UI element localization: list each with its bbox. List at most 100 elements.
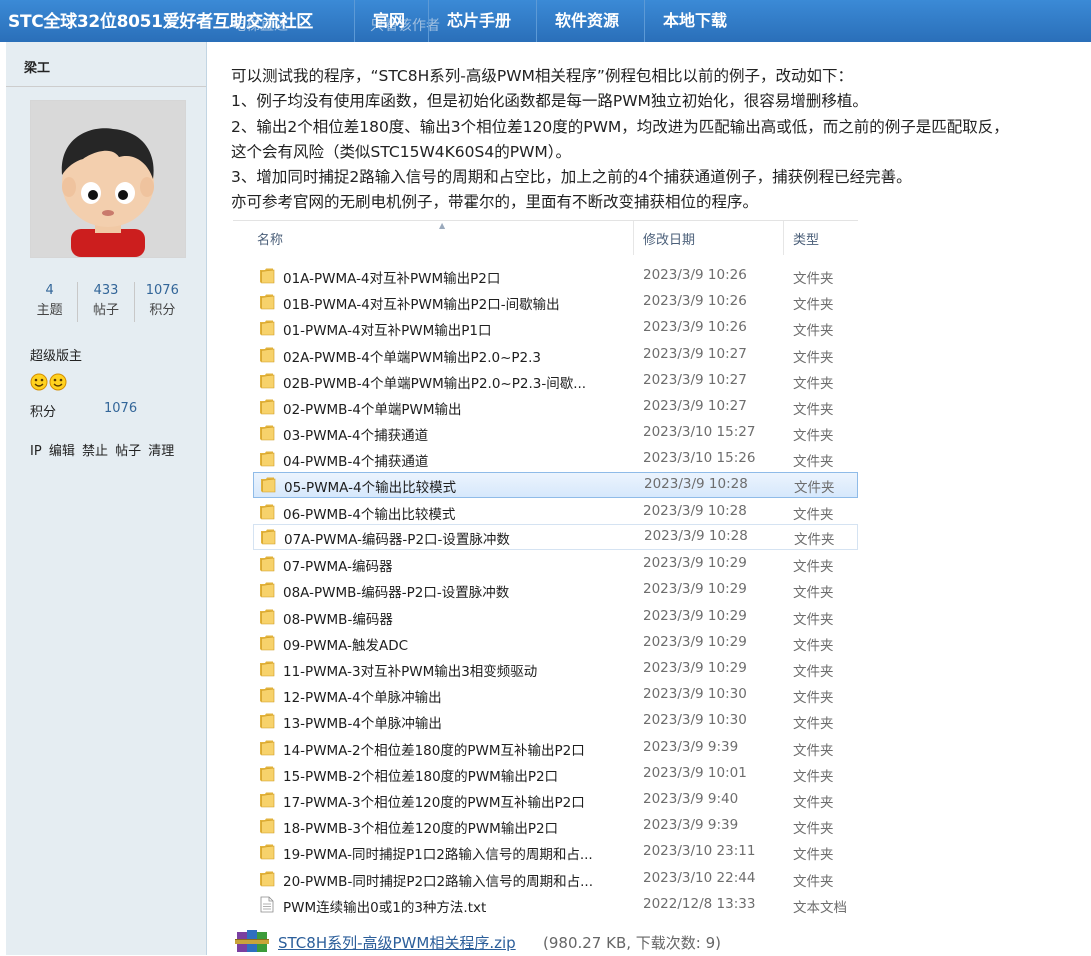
stat-score-count[interactable]: 1076 bbox=[135, 282, 190, 300]
file-name: 11-PWMA-3对互补PWM输出3相变频驱动 bbox=[283, 664, 538, 680]
user-posts-link[interactable]: 帖子 bbox=[115, 444, 141, 459]
folder-row[interactable]: 04-PWMB-4个捕获通道 2023/3/10 15:26 文件夹 bbox=[233, 446, 858, 471]
column-date[interactable]: 修改日期 bbox=[643, 229, 695, 248]
folder-row[interactable]: 15-PWMB-2个相位差180度的PWM输出P2口 2023/3/9 10:01… bbox=[233, 761, 858, 786]
sort-arrow-icon: ▲ bbox=[439, 221, 446, 230]
folder-row[interactable]: 03-PWMA-4个捕获通道 2023/3/10 15:27 文件夹 bbox=[233, 420, 858, 445]
folder-row[interactable]: 07-PWMA-编码器 2023/3/9 10:29 文件夹 bbox=[233, 551, 858, 576]
author-sidebar: 梁工 4 主题 433 帖子 1076 积分 超级版主 积分 1076 IP 编… bbox=[6, 42, 207, 955]
file-type: 文件夹 bbox=[793, 454, 834, 471]
ip-link[interactable]: IP bbox=[30, 444, 42, 459]
clean-user-link[interactable]: 清理 bbox=[148, 444, 174, 459]
post-line: 2、输出2个相位差180度、输出3个相位差120度的PWM，均改进为匹配输出高或… bbox=[231, 117, 1009, 136]
author-stats: 4 主题 433 帖子 1076 积分 bbox=[22, 282, 190, 322]
folder-icon bbox=[259, 765, 275, 782]
post-line: 亦可参考官网的无刷电机例子，带霍尔的，里面有不断改变捕获相位的程序。 bbox=[231, 193, 759, 212]
file-name: 05-PWMA-4个输出比较模式 bbox=[284, 479, 457, 496]
score-value: 1076 bbox=[104, 401, 138, 416]
column-name[interactable]: 名称 bbox=[257, 229, 283, 248]
column-divider bbox=[783, 221, 784, 255]
file-type: 文件夹 bbox=[793, 742, 834, 759]
edit-user-link[interactable]: 编辑 bbox=[49, 444, 75, 459]
stat-score[interactable]: 1076 积分 bbox=[135, 282, 190, 322]
folder-icon bbox=[260, 476, 276, 493]
file-modified-date: 2023/3/9 10:29 bbox=[643, 581, 747, 598]
file-name: 02B-PWMB-4个单端PWM输出P2.0~P2.3-间歇... bbox=[283, 375, 587, 392]
file-type: 文件夹 bbox=[793, 349, 834, 366]
file-name: 02-PWMB-4个单端PWM输出 bbox=[283, 402, 462, 418]
folder-row[interactable]: 08A-PWMB-编码器-P2口-设置脉冲数 2023/3/9 10:29 文件夹 bbox=[233, 577, 858, 602]
file-type: 文件夹 bbox=[794, 479, 835, 496]
folder-icon bbox=[259, 686, 275, 703]
file-modified-date: 2023/3/9 10:28 bbox=[644, 528, 748, 544]
file-type: 文件夹 bbox=[793, 323, 834, 340]
file-name: 17-PWMA-3个相位差120度的PWM互补输出P2口 bbox=[283, 795, 585, 811]
folder-row[interactable]: 20-PWMB-同时捕捉P2口2路输入信号的周期和占... 2023/3/10 2… bbox=[233, 866, 858, 891]
file-type: 文本文档 bbox=[793, 899, 847, 916]
file-row[interactable]: PWM连续输出0或1的3种方法.txt 2022/12/8 13:33 文本文档 bbox=[233, 892, 858, 917]
file-modified-date: 2023/3/9 10:29 bbox=[643, 555, 747, 572]
file-modified-date: 2023/3/9 10:29 bbox=[643, 660, 747, 676]
nav-local-download[interactable]: 本地下载 bbox=[644, 0, 745, 42]
folder-icon bbox=[259, 346, 275, 363]
nav-official-site[interactable]: 官网 bbox=[354, 0, 423, 42]
nav-chip-manual[interactable]: 芯片手册 bbox=[428, 0, 529, 42]
stat-posts[interactable]: 433 帖子 bbox=[78, 282, 135, 322]
divider bbox=[6, 86, 206, 87]
file-name: 04-PWMB-4个捕获通道 bbox=[283, 454, 429, 471]
folder-icon bbox=[260, 528, 276, 545]
file-name: 07-PWMA-编码器 bbox=[283, 559, 393, 576]
folder-row[interactable]: 05-PWMA-4个输出比较模式 2023/3/9 10:28 文件夹 bbox=[253, 471, 858, 498]
folder-row[interactable]: 07A-PWMA-编码器-P2口-设置脉冲数 2023/3/9 10:28 文件夹 bbox=[253, 524, 858, 550]
folder-row[interactable]: 19-PWMA-同时捕捉P1口2路输入信号的周期和占... 2023/3/10 2… bbox=[233, 839, 858, 864]
folder-icon bbox=[259, 450, 275, 467]
user-group-title[interactable]: 超级版主 bbox=[30, 345, 82, 364]
folder-row[interactable]: 02A-PWMB-4个单端PWM输出P2.0~P2.3 2023/3/9 10:2… bbox=[233, 342, 858, 367]
site-brand[interactable]: STC全球32位8051爱好者互助交流社区 bbox=[8, 8, 313, 36]
folder-row[interactable]: 06-PWMB-4个输出比较模式 2023/3/9 10:28 文件夹 bbox=[233, 499, 858, 524]
nav-software[interactable]: 软件资源 bbox=[536, 0, 637, 42]
file-name: 07A-PWMA-编码器-P2口-设置脉冲数 bbox=[284, 532, 510, 548]
folder-row[interactable]: 13-PWMB-4个单脉冲输出 2023/3/9 10:30 文件夹 bbox=[233, 708, 858, 733]
file-modified-date: 2023/3/9 10:26 bbox=[643, 267, 747, 283]
file-modified-date: 2023/3/9 10:28 bbox=[643, 502, 747, 519]
folder-icon bbox=[259, 293, 275, 310]
winrar-archive-icon bbox=[235, 930, 269, 952]
avatar[interactable] bbox=[30, 100, 186, 258]
file-modified-date: 2023/3/10 15:27 bbox=[643, 424, 756, 441]
folder-icon bbox=[259, 660, 275, 677]
folder-row[interactable]: 17-PWMA-3个相位差120度的PWM互补输出P2口 2023/3/9 9:4… bbox=[233, 787, 858, 812]
folder-row[interactable]: 01B-PWMA-4对互补PWM输出P2口-间歇输出 2023/3/9 10:26… bbox=[233, 289, 858, 314]
folder-row[interactable]: 01-PWMA-4对互补PWM输出P1口 2023/3/9 10:26 文件夹 bbox=[233, 315, 858, 340]
file-type: 文件夹 bbox=[793, 559, 834, 576]
post-line: 这个会有风险（类似STC15W4K60S4的PWM）。 bbox=[231, 142, 572, 161]
file-type: 文件夹 bbox=[793, 847, 834, 864]
folder-icon bbox=[259, 581, 275, 598]
folder-row[interactable]: 08-PWMB-编码器 2023/3/9 10:29 文件夹 bbox=[233, 604, 858, 629]
folder-row[interactable]: 02B-PWMB-4个单端PWM输出P2.0~P2.3-间歇... 2023/3/… bbox=[233, 368, 858, 393]
folder-row[interactable]: 01A-PWMA-4对互补PWM输出P2口 2023/3/9 10:26 文件夹 bbox=[233, 263, 858, 288]
file-name: 02A-PWMB-4个单端PWM输出P2.0~P2.3 bbox=[283, 349, 542, 366]
stat-threads-count[interactable]: 4 bbox=[22, 282, 77, 300]
folder-row[interactable]: 14-PWMA-2个相位差180度的PWM互补输出P2口 2023/3/9 9:3… bbox=[233, 735, 858, 760]
stat-threads[interactable]: 4 主题 bbox=[22, 282, 79, 322]
file-name: 01-PWMA-4对互补PWM输出P1口 bbox=[283, 323, 492, 340]
folder-icon bbox=[259, 843, 275, 860]
ban-user-link[interactable]: 禁止 bbox=[82, 444, 108, 459]
file-name: 01B-PWMA-4对互补PWM输出P2口-间歇输出 bbox=[283, 297, 560, 314]
file-modified-date: 2023/3/9 10:30 bbox=[643, 686, 747, 703]
stat-posts-count[interactable]: 433 bbox=[78, 282, 133, 300]
folder-row[interactable]: 09-PWMA-触发ADC 2023/3/9 10:29 文件夹 bbox=[233, 630, 858, 655]
author-name[interactable]: 梁工 bbox=[24, 57, 50, 76]
stat-threads-label: 主题 bbox=[36, 303, 63, 318]
attachment-meta: (980.27 KB, 下载次数: 9) bbox=[543, 934, 721, 952]
file-type: 文件夹 bbox=[793, 637, 834, 654]
attachment-download-link[interactable]: STC8H系列-高级PWM相关程序.zip bbox=[278, 932, 516, 953]
folder-row[interactable]: 12-PWMA-4个单脉冲输出 2023/3/9 10:30 文件夹 bbox=[233, 682, 858, 707]
folder-row[interactable]: 18-PWMB-3个相位差120度的PWM输出P2口 2023/3/9 9:39 文… bbox=[233, 813, 858, 838]
file-modified-date: 2023/3/9 10:26 bbox=[643, 293, 747, 310]
column-type[interactable]: 类型 bbox=[793, 229, 819, 248]
post-line: 可以测试我的程序，“STC8H系列-高级PWM相关程序”例程包相比以前的例子，改… bbox=[231, 67, 853, 85]
folder-row[interactable]: 11-PWMA-3对互补PWM输出3相变频驱动 2023/3/9 10:29 文件夹 bbox=[233, 656, 858, 681]
folder-row[interactable]: 02-PWMB-4个单端PWM输出 2023/3/9 10:27 文件夹 bbox=[233, 394, 858, 419]
